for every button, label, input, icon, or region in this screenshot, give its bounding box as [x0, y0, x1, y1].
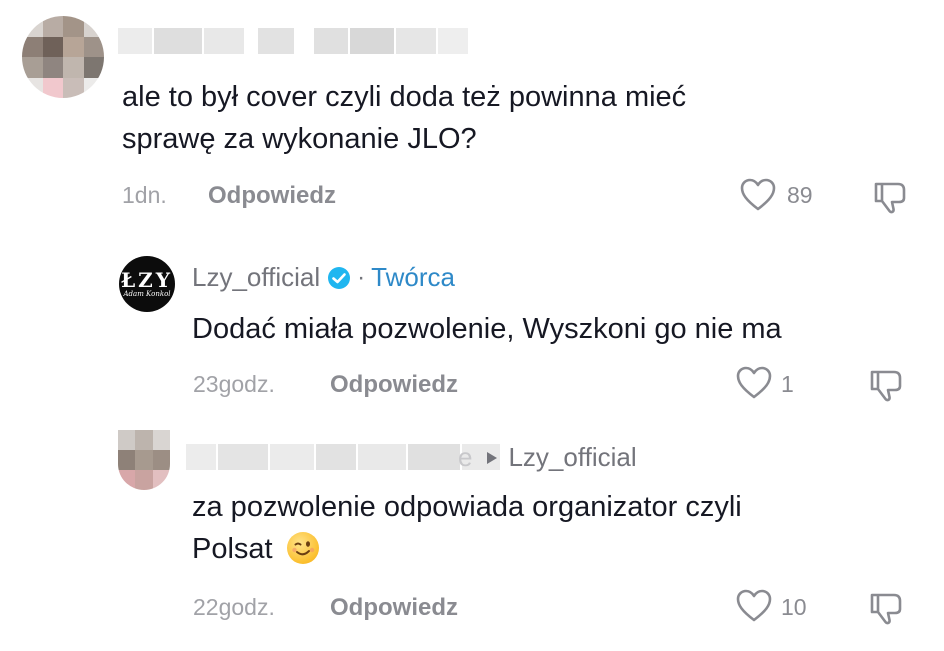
- thumbs-down-icon[interactable]: [866, 364, 906, 404]
- comment-text: za pozwolenie odpowiada organizator czyl…: [192, 486, 912, 570]
- replier-name-suffix: e: [458, 442, 473, 472]
- logo-subtext: Adam Konkol: [123, 289, 171, 298]
- replier-name-blurred[interactable]: [186, 442, 502, 472]
- comment-text-line: za pozwolenie odpowiada organizator czyl…: [192, 491, 742, 523]
- comment-text: Dodać miała pozwolenie, Wyszkoni go nie …: [192, 313, 782, 345]
- separator-dot: ·: [357, 263, 366, 291]
- reply-to-name[interactable]: Lzy_official: [508, 442, 636, 473]
- comment-text-fragment: Polsat: [192, 533, 273, 565]
- play-arrow-icon: [486, 451, 498, 465]
- creator-name[interactable]: Lzy_official: [192, 262, 320, 293]
- reply-to-header: e Lzy_official: [458, 442, 637, 473]
- like-count: 1: [781, 371, 794, 397]
- comment-text-line: ale to był cover czyli doda też powinna …: [122, 81, 687, 113]
- like-count: 10: [781, 594, 807, 620]
- like-count: 89: [787, 182, 813, 208]
- thumbs-down-icon[interactable]: [866, 587, 906, 627]
- comment-text: ale to był cover czyli doda też powinna …: [122, 76, 902, 160]
- reply-button[interactable]: Odpowiedz: [330, 371, 458, 399]
- reply-button[interactable]: Odpowiedz: [208, 182, 336, 210]
- logo-text: ŁZY: [120, 267, 174, 292]
- commenter-avatar[interactable]: [22, 16, 104, 98]
- comment-text-line-2: Polsat: [192, 528, 912, 570]
- comment-text-line: sprawę za wykonanie JLO?: [122, 123, 477, 155]
- creator-tag: Twórca: [371, 262, 455, 292]
- commenter-name-blurred[interactable]: [118, 26, 470, 56]
- wink-emoji: [286, 532, 319, 564]
- comment-time: 22godz.: [193, 594, 275, 620]
- creator-avatar[interactable]: ŁZY Adam Konkol: [119, 256, 175, 312]
- thumbs-down-icon[interactable]: [870, 176, 910, 216]
- heart-outline-icon[interactable]: [736, 366, 772, 400]
- heart-outline-icon[interactable]: [736, 589, 772, 623]
- comment-time: 23godz.: [193, 371, 275, 397]
- reply-button[interactable]: Odpowiedz: [330, 594, 458, 622]
- replier-avatar[interactable]: [118, 430, 170, 490]
- heart-outline-icon[interactable]: [740, 178, 776, 212]
- verified-check-icon: [327, 266, 351, 290]
- creator-header: Lzy_official · Twórca: [192, 262, 455, 293]
- comment-time: 1dn.: [122, 182, 167, 208]
